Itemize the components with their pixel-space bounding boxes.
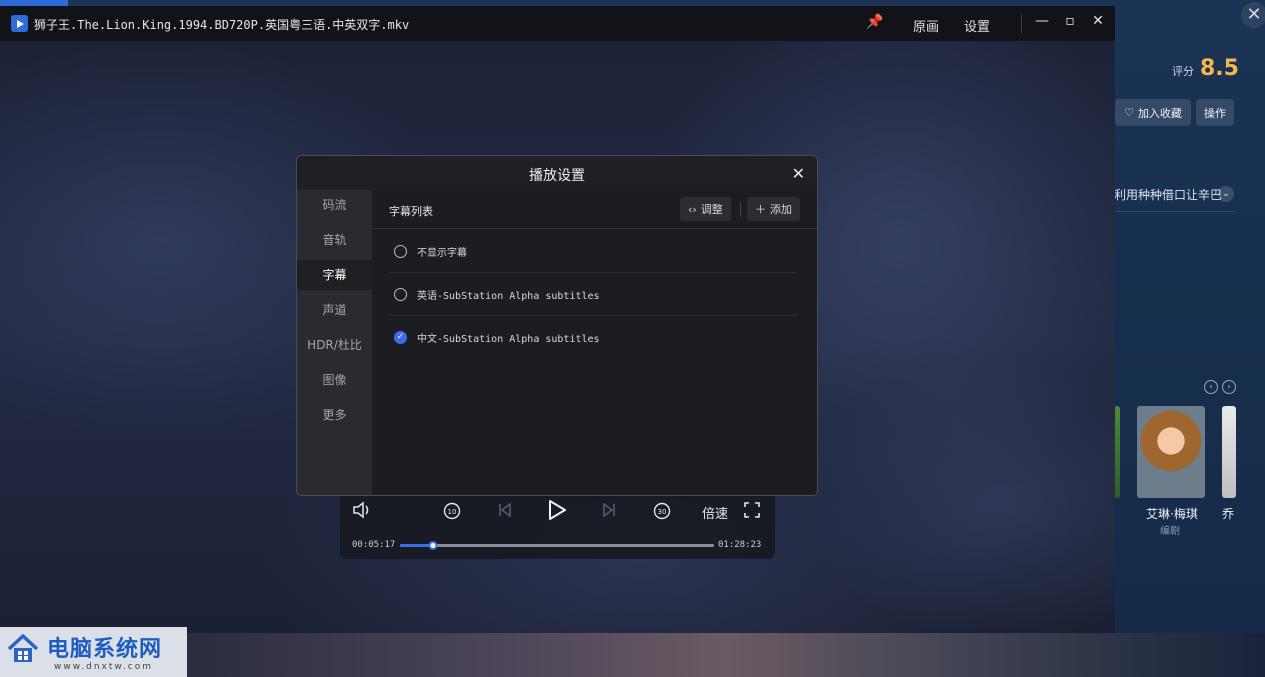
- operate-button[interactable]: 操作: [1196, 99, 1234, 126]
- cast-role: 编剧: [1160, 526, 1180, 537]
- maximize-icon[interactable]: ▫: [1062, 13, 1078, 29]
- rating-value: 8.5: [1200, 56, 1239, 81]
- description-snippet: 利用种种借口让辛巴: [1114, 188, 1223, 202]
- pin-icon[interactable]: 📌: [866, 14, 883, 30]
- subtitle-label: 英语-SubStation Alpha subtitles: [417, 290, 600, 302]
- background-strip: [187, 633, 1265, 677]
- cast-name: 乔: [1222, 507, 1235, 521]
- rating-label: 评分: [1172, 65, 1194, 78]
- total-time: 01:28:23: [718, 540, 762, 550]
- subtitle-label: 不显示字幕: [417, 247, 467, 259]
- fullscreen-icon[interactable]: [743, 501, 761, 523]
- close-icon[interactable]: ✕: [792, 164, 805, 183]
- radio-unchecked-icon[interactable]: [394, 287, 407, 301]
- prev-arrow-icon[interactable]: ‹: [1204, 380, 1218, 394]
- subtitle-label: 中文-SubStation Alpha subtitles: [417, 334, 600, 345]
- playback-settings-dialog: 播放设置 ✕ 码流 音轨 字幕 声道 HDR/杜比 图像 更多 字幕列表 ‹› …: [296, 155, 818, 496]
- add-button[interactable]: ＋ 添加: [747, 197, 800, 221]
- adjust-label: 调整: [700, 203, 723, 216]
- house-logo-icon: [7, 634, 39, 662]
- svg-text:30: 30: [658, 508, 667, 516]
- operate-label: 操作: [1204, 106, 1226, 120]
- rewind-10-icon[interactable]: 10: [442, 501, 462, 525]
- progress-bar[interactable]: [400, 541, 714, 550]
- minimize-icon[interactable]: —: [1034, 13, 1050, 29]
- close-icon[interactable]: ✕: [1090, 13, 1106, 29]
- cast-photo[interactable]: [1222, 406, 1236, 498]
- divider: [740, 202, 741, 217]
- forward-30-icon[interactable]: 30: [652, 501, 672, 525]
- tab-audio-track[interactable]: 音轨: [297, 225, 372, 255]
- volume-icon[interactable]: [352, 501, 372, 523]
- tab-hdr-dolby[interactable]: HDR/杜比: [297, 330, 372, 360]
- expand-chevron-icon[interactable]: ⌄: [1218, 186, 1234, 202]
- settings-button[interactable]: 设置: [964, 16, 990, 35]
- add-favorite-label: 加入收藏: [1137, 106, 1182, 120]
- subtitle-panel: 字幕列表 ‹› 调整 ＋ 添加 不显示字幕 英语-SubStation Alph…: [372, 190, 817, 495]
- add-label: 添加: [770, 203, 792, 216]
- dialog-title: 播放设置: [529, 168, 585, 184]
- tab-image[interactable]: 图像: [297, 365, 372, 395]
- site-watermark: 电脑系统网 www.dnxtw.com: [0, 627, 187, 677]
- adjust-button[interactable]: ‹› 调整: [680, 197, 731, 221]
- divider: [1114, 211, 1235, 212]
- tab-more[interactable]: 更多: [297, 400, 372, 430]
- tab-subtitles[interactable]: 字幕: [297, 260, 372, 290]
- cast-photo[interactable]: [1137, 406, 1205, 498]
- subtitle-option[interactable]: ✓ 中文-SubStation Alpha subtitles: [389, 316, 798, 359]
- original-quality-button[interactable]: 原画: [913, 16, 939, 35]
- player-window: 狮子王.The.Lion.King.1994.BD720P.英国粤三语.中英双字…: [0, 6, 1115, 633]
- radio-checked-icon[interactable]: ✓: [394, 331, 407, 344]
- file-title: 狮子王.The.Lion.King.1994.BD720P.英国粤三语.中英双字…: [34, 18, 410, 32]
- play-icon[interactable]: [546, 498, 568, 526]
- divider: [1021, 14, 1022, 33]
- tab-bitrate[interactable]: 码流: [297, 190, 372, 220]
- progress-handle[interactable]: [428, 541, 438, 550]
- subtitle-option[interactable]: 不显示字幕: [389, 230, 798, 273]
- svg-text:10: 10: [448, 508, 457, 516]
- close-icon[interactable]: ✕: [1241, 2, 1265, 28]
- speed-button[interactable]: 倍速: [702, 503, 728, 522]
- next-arrow-icon[interactable]: ›: [1222, 380, 1236, 394]
- heart-icon: ♡: [1124, 106, 1134, 119]
- next-icon[interactable]: [600, 501, 618, 523]
- subtitle-list-header: 字幕列表 ‹› 调整 ＋ 添加: [372, 190, 817, 229]
- title-bar: 狮子王.The.Lion.King.1994.BD720P.英国粤三语.中英双字…: [0, 6, 1115, 41]
- dialog-header: 播放设置 ✕: [297, 156, 817, 190]
- app-logo-icon: [11, 15, 28, 32]
- playback-controls: 10 30 倍速 00:05:17 01:28:23: [340, 490, 775, 559]
- current-time: 00:05:17: [352, 540, 396, 550]
- cast-name: 艾琳·梅琪: [1146, 507, 1198, 521]
- rating: 评分 8.5: [1172, 56, 1239, 81]
- settings-sidebar: 码流 音轨 字幕 声道 HDR/杜比 图像 更多: [297, 190, 372, 495]
- watermark-title: 电脑系统网: [47, 637, 163, 662]
- watermark-url: www.dnxtw.com: [54, 662, 154, 672]
- code-icon: ‹›: [688, 202, 697, 216]
- add-favorite-button[interactable]: ♡ 加入收藏: [1115, 99, 1191, 126]
- subtitle-list-title: 字幕列表: [389, 205, 433, 218]
- tab-channel[interactable]: 声道: [297, 295, 372, 325]
- radio-unchecked-icon[interactable]: [394, 244, 407, 258]
- plus-icon: ＋: [755, 203, 766, 216]
- previous-icon[interactable]: [496, 501, 514, 523]
- subtitle-option[interactable]: 英语-SubStation Alpha subtitles: [389, 273, 798, 316]
